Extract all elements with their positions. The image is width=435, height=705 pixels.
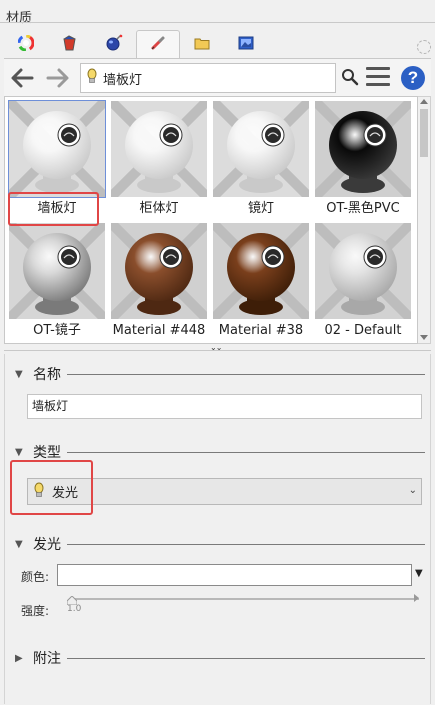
material-name-input[interactable]: 墙板灯 [27,394,422,419]
material-thumbnail [213,101,309,197]
color-input[interactable] [57,564,412,586]
panel-title: 材质 [6,11,33,26]
tab-bar [4,30,268,58]
tab-globe[interactable] [92,30,136,58]
material-thumbnail [315,223,411,319]
chevron-down-icon: ⌄ [408,485,417,496]
material-tile[interactable]: OT-镜子 [7,221,107,341]
scroll-down-arrow-icon[interactable] [420,335,428,340]
intensity-slider[interactable] [69,598,419,600]
tab-eyedropper[interactable] [136,30,180,58]
search-button[interactable] [338,65,362,91]
chevron-down-icon: ▼ [15,368,23,380]
nav-bar: 墙板灯 ? [4,58,431,96]
help-icon[interactable]: ? [401,66,425,90]
arrow-left-icon [8,68,36,94]
material-tile[interactable]: OT-黑色PVC [313,99,413,219]
tab-paint-bucket[interactable] [48,30,92,58]
material-label: 02 - Default [324,323,402,338]
material-tile[interactable]: 02 - Default [313,221,413,341]
section-label: 类型 [33,445,61,461]
highlight-box-selected-material [8,192,99,226]
section-type[interactable]: ▼ 类型 [15,442,425,462]
material-thumbnail [9,223,105,319]
material-tile[interactable]: 镜灯 [211,99,311,219]
paint-bucket-icon [61,35,79,54]
forward-button[interactable] [44,65,72,91]
folder-icon [194,36,210,53]
material-label: 柜体灯 [139,201,179,216]
section-emission[interactable]: ▼ 发光 [15,534,425,554]
material-tile[interactable]: 柜体灯 [109,99,209,219]
material-label: 镜灯 [247,201,274,216]
highlight-box-type-select [10,460,93,515]
intensity-value: 1.0 [67,604,82,614]
section-label: 名称 [33,367,61,383]
material-tile[interactable]: Material #448 [109,221,209,341]
material-label: Material #38 [218,323,304,338]
scroll-up-arrow-icon[interactable] [420,99,428,104]
color-dropdown-arrow-icon[interactable]: ▼ [415,568,423,579]
light-bulb-icon [87,68,97,88]
material-label: OT-镜子 [33,323,81,338]
grid-scrollbar[interactable] [418,96,431,344]
material-thumbnail [111,101,207,197]
chevron-right-icon: ▶ [15,652,23,664]
material-thumbnail [213,223,309,319]
material-editor: ▼ 名称 墙板灯 ▼ 类型 发光 ⌄ ▼ 发光 颜色: ▼ 强度: 1.0 ▶ … [4,354,431,704]
section-label: 附注 [33,651,61,667]
picture-icon [238,36,254,53]
color-label: 颜色: [21,570,50,584]
tab-picture[interactable] [224,30,268,58]
chevron-down-icon: ▼ [15,538,23,550]
current-material-name: 墙板灯 [103,72,143,88]
back-button[interactable] [8,65,36,91]
panel-options-icon[interactable] [417,40,431,54]
tab-color-wheel[interactable] [4,30,48,58]
material-path-field[interactable]: 墙板灯 [80,63,336,93]
search-icon [341,68,359,89]
material-thumbnail [111,223,207,319]
tab-folder[interactable] [180,30,224,58]
material-thumbnail [8,100,106,198]
slider-handle[interactable] [66,594,78,606]
eyedropper-icon [150,35,166,54]
material-tile[interactable]: Material #38 [211,221,311,341]
material-thumbnail [315,101,411,197]
panel-splitter[interactable]: ⌄⌄ [0,344,435,354]
slider-end-arrow-icon [414,594,419,602]
section-label: 发光 [33,537,61,553]
section-notes[interactable]: ▶ 附注 [15,648,425,668]
chevron-down-icon: ▼ [15,446,23,458]
material-label: OT-黑色PVC [326,201,400,216]
globe-icon [105,34,123,55]
title-divider [0,22,435,23]
material-label: Material #448 [112,323,206,338]
hamburger-menu-icon[interactable] [366,67,390,89]
scroll-thumb[interactable] [420,109,428,157]
arrow-right-icon [44,68,72,94]
color-wheel-icon [17,34,35,54]
intensity-label: 强度: [21,604,50,618]
section-name[interactable]: ▼ 名称 [15,364,425,384]
